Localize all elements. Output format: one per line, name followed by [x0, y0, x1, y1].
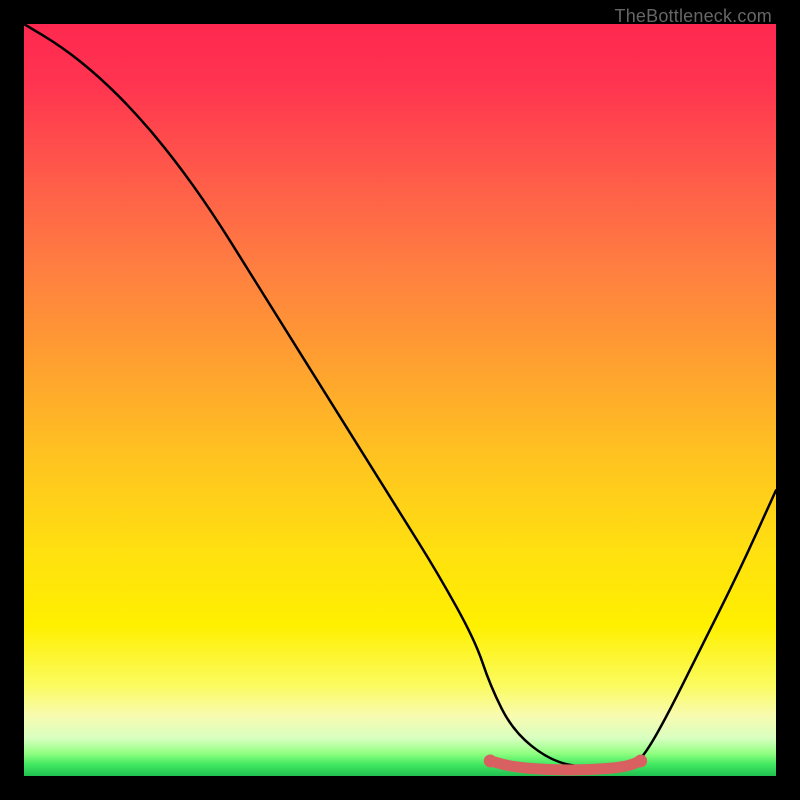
optimal-range-highlight-endpoint: [484, 754, 497, 767]
curve-svg: [24, 24, 776, 776]
bottleneck-curve: [24, 24, 776, 768]
chart-container: TheBottleneck.com: [0, 0, 800, 800]
optimal-range-highlight: [490, 761, 640, 770]
plot-area: [24, 24, 776, 776]
optimal-range-highlight-endpoint: [634, 754, 647, 767]
